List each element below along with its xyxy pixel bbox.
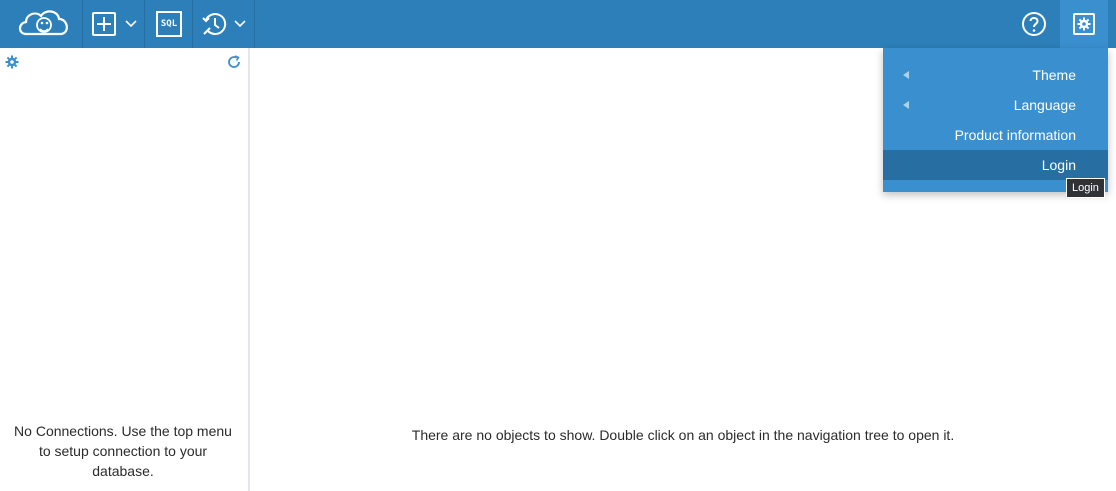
- sql-icon: SQL: [156, 11, 182, 37]
- question-circle-icon: [1022, 12, 1046, 36]
- login-tooltip: Login: [1066, 178, 1105, 198]
- refresh-icon: [228, 55, 240, 68]
- transaction-history-icon: [202, 13, 227, 36]
- submenu-arrow-icon: [903, 101, 909, 109]
- toolbar-separator: [144, 0, 145, 48]
- submenu-arrow-icon: [903, 71, 909, 79]
- refresh-button[interactable]: [227, 55, 241, 69]
- menu-item-label: Login: [1041, 157, 1076, 173]
- app-logo[interactable]: [16, 0, 74, 48]
- menu-item-language[interactable]: Language: [883, 90, 1108, 120]
- navigation-panel: No Connections. Use the top menu to setu…: [0, 48, 250, 491]
- menu-item-label: Theme: [1032, 67, 1076, 83]
- menu-item-label: Product information: [954, 127, 1076, 143]
- toolbar-separator: [82, 0, 83, 48]
- no-connections-message: No Connections. Use the top menu to setu…: [14, 423, 232, 479]
- plus-square-icon: [92, 12, 116, 36]
- chevron-down-icon: [234, 20, 246, 28]
- transaction-history-button[interactable]: [200, 0, 250, 48]
- menu-item-label: Language: [1013, 97, 1076, 113]
- menu-item-theme[interactable]: Theme: [883, 60, 1108, 90]
- chevron-down-icon: [125, 20, 137, 28]
- sql-editor-button[interactable]: SQL: [156, 0, 182, 48]
- new-connection-button[interactable]: [91, 0, 139, 48]
- no-objects-message: There are no objects to show. Double cli…: [411, 427, 955, 443]
- navigator-settings-button[interactable]: [5, 55, 19, 69]
- toolbar-separator: [192, 0, 193, 48]
- toolbar-separator: [254, 0, 255, 48]
- help-button[interactable]: [1021, 0, 1049, 48]
- settings-menu: Theme Language Product information Login: [883, 48, 1108, 192]
- cloudbeaver-logo-icon: [18, 10, 68, 36]
- menu-item-product-information[interactable]: Product information: [883, 120, 1108, 150]
- gear-icon: [1073, 13, 1095, 35]
- top-toolbar: SQL: [0, 0, 1116, 48]
- menu-item-login[interactable]: Login: [883, 150, 1108, 180]
- gear-icon: [5, 55, 19, 69]
- sql-icon-label: SQL: [160, 19, 178, 29]
- settings-button[interactable]: [1060, 0, 1108, 48]
